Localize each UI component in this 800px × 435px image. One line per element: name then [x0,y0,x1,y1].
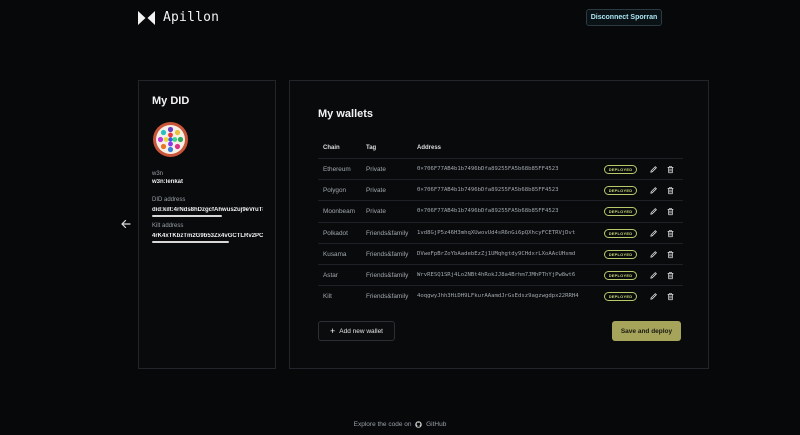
edit-pencil-icon[interactable] [649,186,658,195]
wallet-tag: Friends&family [366,293,409,301]
trash-icon[interactable] [666,229,675,238]
did-title: My DID [152,95,190,107]
edit-pencil-icon[interactable] [649,207,658,216]
status-badge: DEPLOYED [604,271,637,280]
status-badge: DEPLOYED [604,186,637,196]
w3n-label: w3n [152,171,164,177]
column-header-chain: Chain [323,145,340,151]
wallet-chain: Ethereum [323,166,351,173]
wallet-address: 0×706F77AB4b1b7496bDfa89255FA5b68b85FF45… [417,208,559,215]
trash-icon[interactable] [666,292,675,301]
wallet-row: Polkadot Friends&family 1vd8GjP5z46H3mhqXU… [318,221,683,243]
trash-icon[interactable] [666,186,675,195]
kilt-address-value: 4rK4xTKbzTm2G9b53Zx4vGCTLRv2PCaqc [152,233,263,239]
wallet-tag: Friends&family [366,272,409,279]
wallet-address: DVweFpBrZoYbAadebEzZj1UMqhgtdy9CHdxrLXoA… [417,250,576,257]
wallet-chain: Polygon [323,187,347,195]
wallet-tag: Private [366,208,386,216]
wallet-tag: Private [366,187,386,195]
save-and-deploy-button[interactable]: Save and deploy [612,321,681,341]
trash-icon[interactable] [666,271,675,280]
status-badge: DEPLOYED [604,165,637,174]
wallet-chain: Kilt [323,293,332,301]
wallet-chain: Kusama [323,250,347,258]
column-header-address: Address [417,145,442,151]
status-badge: DEPLOYED [604,228,637,238]
wallet-address: 4oqgwyJhh3HiDH9LFkurAAamdJrGsEdsz9agzwgd… [417,293,579,300]
wallet-row: Moonbeam Private 0×706F77AB4b1b7496bDfa892… [318,200,683,221]
plus-icon: + [330,325,336,336]
wallets-title: My wallets [318,108,374,120]
edit-pencil-icon[interactable] [649,229,658,238]
wallet-tag: Friends&family [366,250,409,258]
wallet-chain: Polkadot [323,229,348,237]
wallet-row: Astar Friends&family WrvRESQ1SRj4Lo2NBt4hR… [318,264,683,285]
trash-icon[interactable] [666,250,675,259]
wallet-address: 0×706F77AB4b1b7496bDfa89255FA5b68b85FF45… [417,166,559,172]
github-link[interactable]: GitHub [426,421,446,428]
add-new-wallet-label: Add new wallet [339,327,383,335]
wallet-chain: Astar [323,272,338,279]
back-arrow-icon[interactable] [120,218,132,230]
wallet-address: 0×706F77AB4b1b7496bDfa89255FA5b68b85FF45… [417,187,559,194]
wallet-address: 1vd8GjP5z46H3mhqXUwovUd4sR6nGi6pQXhcyFCE… [417,229,576,236]
footer-text: Explore the code on [353,421,412,428]
wallet-row: Polygon Private 0×706F77AB4b1b7496bDfa8925… [318,179,683,200]
wallets-panel: My wallets Chain Tag Address Ethereum Pri… [289,80,709,369]
status-badge: DEPLOYED [604,249,637,259]
wallet-chain: Moonbeam [323,208,355,216]
kilt-address-underline [152,241,229,243]
trash-icon[interactable] [666,207,675,216]
wallet-tag: Private [366,166,386,173]
did-address-underline [152,215,222,217]
wallet-tag: Friends&family [366,229,409,237]
edit-pencil-icon[interactable] [649,271,658,280]
column-header-tag: Tag [366,145,377,151]
w3n-value: w3n:lenkat [152,179,184,185]
avatar [153,122,188,157]
wallet-row: Kusama Friends&family DVweFpBrZoYbAadebEzZ… [318,242,683,264]
wallet-address: WrvRESQ1SRj4Lo2NBt4hRokJJ8a4Brhm7JMhPThY… [417,272,576,278]
did-panel: My DID w3n w3n:lenkat DID address did:ki… [138,80,276,369]
status-badge: DEPLOYED [604,207,637,217]
wallet-row: Ethereum Private 0×706F77AB4b1b7496bDfa892… [318,158,683,179]
edit-pencil-icon[interactable] [649,165,658,174]
edit-pencil-icon[interactable] [649,292,658,301]
wallet-row: Kilt Friends&family 4oqgwyJhh3HiDH9LFkurAA… [318,285,683,306]
apillon-logo[interactable]: Apillon [138,10,219,25]
add-new-wallet-button[interactable]: + Add new wallet [318,321,395,341]
kilt-address-label: Kilt address [152,223,184,229]
github-icon [415,421,423,428]
logo-text: Apillon [163,10,220,25]
edit-pencil-icon[interactable] [649,250,658,259]
disconnect-sporran-button[interactable]: Disconnect Sporran [586,9,662,26]
did-address-label: DID address [152,197,186,203]
did-address-value: did:kilt:4rNds8hDzgcfAhwus2uj9eVruT8Vq [152,207,263,213]
apillon-logo-icon [138,10,155,25]
footer: Explore the code on GitHub [0,421,800,428]
trash-icon[interactable] [666,165,675,174]
status-badge: DEPLOYED [604,292,637,302]
